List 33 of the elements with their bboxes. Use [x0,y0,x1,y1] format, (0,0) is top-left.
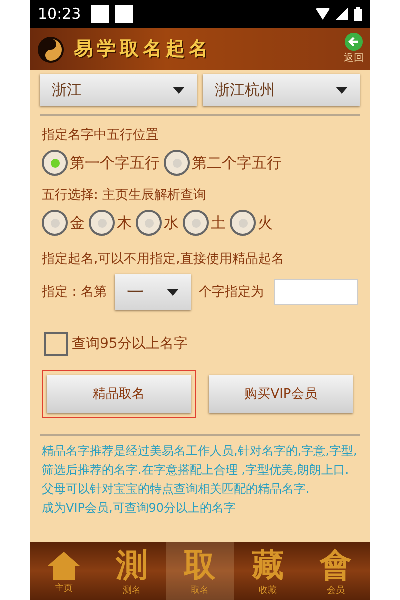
caret-icon [336,86,348,94]
section-label: 五行选择: 主页生辰解析查询 [41,187,208,205]
battery-icon [354,7,362,21]
section-label: 指定名字中五行位置 [41,127,160,145]
info-paragraph: 父母可以针对宝宝的特点查询相关匹配的精品名字. [41,481,311,498]
info-paragraph: 成为VIP会员,可查询90分以上的名字 [41,500,238,517]
app-title: 易学取名起名 [74,37,213,62]
radio-option[interactable]: 第二个字五行 [164,150,282,176]
wifi-icon [316,8,330,20]
index-dropdown[interactable]: 一 [115,274,191,310]
nav-tab[interactable]: 主页 [30,542,98,600]
nav-tab[interactable]: 測 测名 [98,542,166,600]
caret-icon [173,86,185,94]
section-label: 指定起名,可以不用指定,直接使用精品起名 [41,251,286,269]
checkbox[interactable] [44,332,68,356]
nav-tab[interactable]: 會 会员 [302,542,370,600]
radio-option[interactable]: 第一个字五行 [42,150,160,176]
clock: 10:23 [38,5,82,23]
notification-icon [91,5,110,23]
checkbox-label: 查询95分以上名字 [72,335,188,353]
assign-label: 个字指定为 [199,284,264,301]
action-button[interactable]: 精品取名 [47,375,191,413]
city-dropdown[interactable]: 浙江杭州 [203,74,360,106]
signal-icon [336,8,348,20]
info-paragraph: 精品名字推荐是经过美易名工作人员,针对名字的,字意,字型,筛选后推荐的名字.在字意搭配上合理 ,字型优美,朗朗上口. [41,443,358,479]
caret-icon [167,288,179,296]
nav-tab[interactable]: 藏 收藏 [234,542,302,600]
province-dropdown[interactable]: 浙江 [40,74,197,106]
notification-icon [115,5,134,23]
assign-label: 指定：名第 [42,284,107,301]
input-field[interactable] [274,279,358,305]
action-button[interactable]: 购买VIP会员 [209,375,353,413]
back-button[interactable]: 返回 [344,33,364,65]
